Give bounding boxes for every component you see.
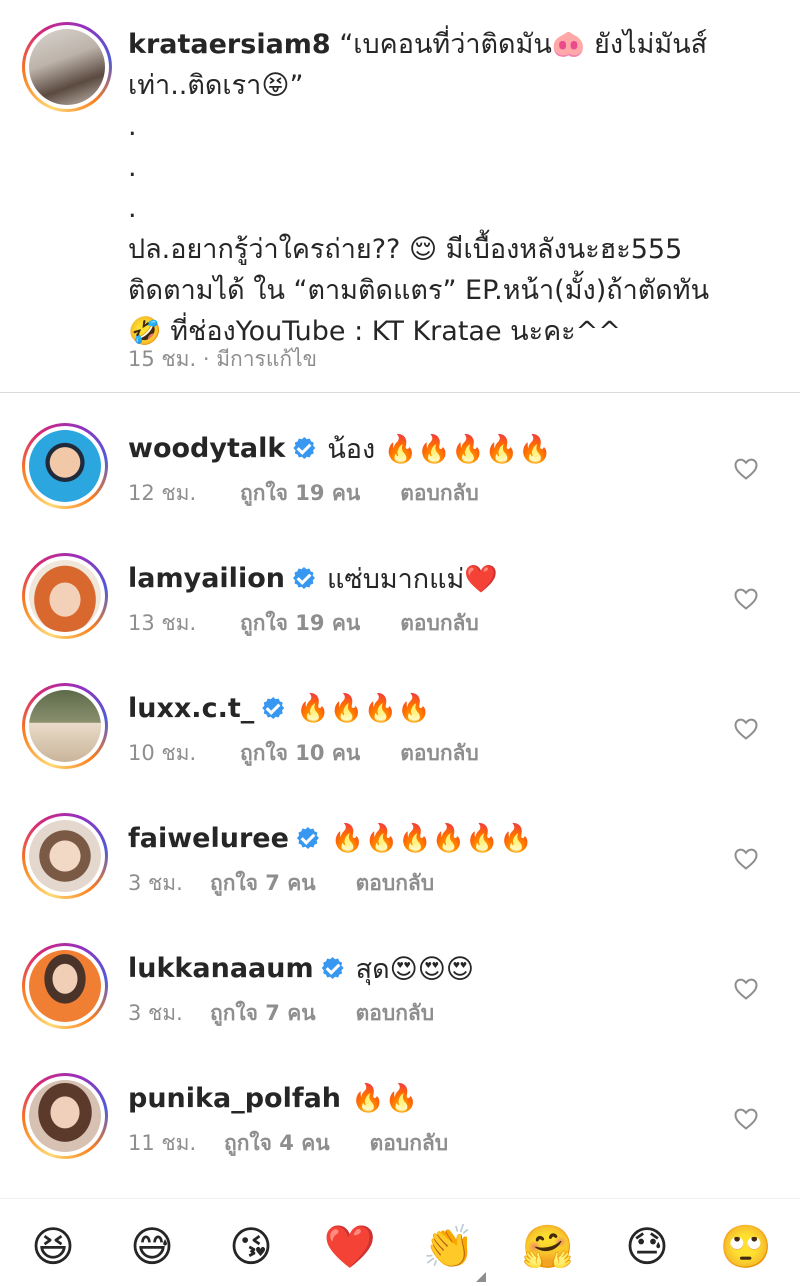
comment-row: woodytalk น้อง 🔥🔥🔥🔥🔥 12 ชม. ถูกใจ 19 คน ตอบ…: [0, 423, 800, 553]
like-button[interactable]: [734, 847, 758, 871]
comment-time: 12 ชม.: [128, 481, 197, 505]
caption-line: ปล.อยากรู้ว่าใครถ่าย?? 😌 มีเบื้องหลังนะฮ…: [128, 234, 683, 265]
comment-text: สุด😍😍😍: [355, 953, 475, 985]
caption-line: ติดตามได้ ใน “ตามติดแตร” EP.หน้า(มั้ง)ถ้…: [128, 275, 710, 306]
comment-row: luxx.c.t_ 🔥🔥🔥🔥 10 ชม. ถูกใจ 10 คน ตอบกลับ: [0, 683, 800, 813]
caption: krataersiam8 “เบคอนที่ว่าติดมัน🐽 ยังไม่ม…: [0, 0, 800, 392]
emoji-hug-button[interactable]: 🤗: [521, 1220, 575, 1274]
heart-outline-icon: [734, 458, 758, 480]
caption-line: เท่า..ติดเรา😝”: [128, 70, 304, 101]
commenter-avatar[interactable]: [22, 423, 108, 509]
comment-text: 🔥🔥🔥🔥: [296, 693, 431, 724]
divider: [0, 392, 800, 393]
comment-username[interactable]: luxx.c.t_: [128, 693, 254, 724]
comment-likes[interactable]: ถูกใจ 4 คน: [224, 1127, 330, 1160]
heart-outline-icon: [734, 718, 758, 740]
caption-meta: 15 ชม. · มีการแก้ไข: [128, 347, 317, 371]
comment-likes[interactable]: ถูกใจ 19 คน: [240, 477, 360, 510]
verified-badge-icon: [262, 697, 285, 719]
like-button[interactable]: [734, 717, 758, 741]
commenter-avatar[interactable]: [22, 813, 108, 899]
commenter-avatar[interactable]: [22, 553, 108, 639]
like-button[interactable]: [734, 587, 758, 611]
caption-text: krataersiam8 “เบคอนที่ว่าติดมัน🐽 ยังไม่ม…: [128, 24, 778, 352]
like-button[interactable]: [734, 457, 758, 481]
comment-row: punika_polfah 🔥🔥 11 ชม. ถูกใจ 4 คน ตอบกลับ: [0, 1073, 800, 1203]
caption-line: “เบคอนที่ว่าติดมัน🐽 ยังไม่มันส์: [339, 29, 708, 60]
emoji-laughing-button[interactable]: 😆: [26, 1220, 80, 1274]
caption-avatar[interactable]: [22, 22, 112, 112]
comment-text: แซ่บมากแม่❤️: [326, 563, 498, 595]
comment-likes[interactable]: ถูกใจ 19 คน: [240, 607, 360, 640]
caption-line: .: [128, 193, 137, 224]
comment-row: faiweluree 🔥🔥🔥🔥🔥🔥 3 ชม. ถูกใจ 7 คน ตอบกลับ: [0, 813, 800, 943]
verified-badge-icon: [321, 957, 344, 979]
reply-button[interactable]: ตอบกลับ: [356, 871, 435, 895]
comment-username[interactable]: lamyailion: [128, 563, 285, 594]
comment-time: 3 ชม.: [128, 871, 183, 895]
emoji-bar: 😆 😅 😘 ❤️ 👏 🤗 😓 🙄: [0, 1220, 800, 1276]
emoji-clap-button[interactable]: 👏: [422, 1220, 476, 1274]
skin-tone-indicator-icon: [476, 1272, 486, 1282]
comment-username[interactable]: punika_polfah: [128, 1083, 341, 1114]
comment-likes[interactable]: ถูกใจ 7 คน: [210, 867, 316, 900]
comment-time: 10 ชม.: [128, 741, 197, 765]
caption-line: .: [128, 152, 137, 183]
comment-text: 🔥🔥: [351, 1083, 419, 1114]
verified-badge-icon: [292, 567, 315, 589]
comment-time: 3 ชม.: [128, 1001, 183, 1025]
commenter-avatar[interactable]: [22, 943, 108, 1029]
like-button[interactable]: [734, 1107, 758, 1131]
comment-row: lukkanaaum สุด😍😍😍 3 ชม. ถูกใจ 7 คน ตอบกลับ: [0, 943, 800, 1073]
commenter-avatar[interactable]: [22, 683, 108, 769]
emoji-downcast-sweat-button[interactable]: 😓: [620, 1220, 674, 1274]
heart-outline-icon: [734, 978, 758, 1000]
heart-outline-icon: [734, 1108, 758, 1130]
heart-outline-icon: [734, 588, 758, 610]
like-button[interactable]: [734, 977, 758, 1001]
comment-username[interactable]: woodytalk: [128, 433, 285, 464]
heart-outline-icon: [734, 848, 758, 870]
comment-row: lamyailion แซ่บมากแม่❤️ 13 ชม. ถูกใจ 19 คน…: [0, 553, 800, 683]
emoji-kiss-button[interactable]: 😘: [224, 1220, 278, 1274]
emoji-bar-divider: [0, 1198, 800, 1199]
comment-text: น้อง 🔥🔥🔥🔥🔥: [327, 433, 552, 465]
caption-line: .: [128, 111, 137, 142]
verified-badge-icon: [296, 827, 319, 849]
verified-badge-icon: [293, 437, 316, 459]
comment-username[interactable]: lukkanaaum: [128, 953, 314, 984]
comment-text: 🔥🔥🔥🔥🔥🔥: [330, 823, 533, 854]
emoji-heart-button[interactable]: ❤️: [323, 1220, 377, 1274]
reply-button[interactable]: ตอบกลับ: [370, 1131, 449, 1155]
comment-time: 13 ชม.: [128, 611, 197, 635]
comment-time: 11 ชม.: [128, 1131, 197, 1155]
emoji-sweat-smile-button[interactable]: 😅: [125, 1220, 179, 1274]
comment-likes[interactable]: ถูกใจ 7 คน: [210, 997, 316, 1030]
reply-button[interactable]: ตอบกลับ: [356, 1001, 435, 1025]
comment-username[interactable]: faiweluree: [128, 823, 289, 854]
commenter-avatar[interactable]: [22, 1073, 108, 1159]
emoji-eye-roll-button[interactable]: 🙄: [719, 1220, 773, 1274]
caption-username[interactable]: krataersiam8: [128, 29, 331, 60]
reply-button[interactable]: ตอบกลับ: [400, 611, 479, 635]
reply-button[interactable]: ตอบกลับ: [400, 741, 479, 765]
comment-likes[interactable]: ถูกใจ 10 คน: [240, 737, 360, 770]
reply-button[interactable]: ตอบกลับ: [400, 481, 479, 505]
